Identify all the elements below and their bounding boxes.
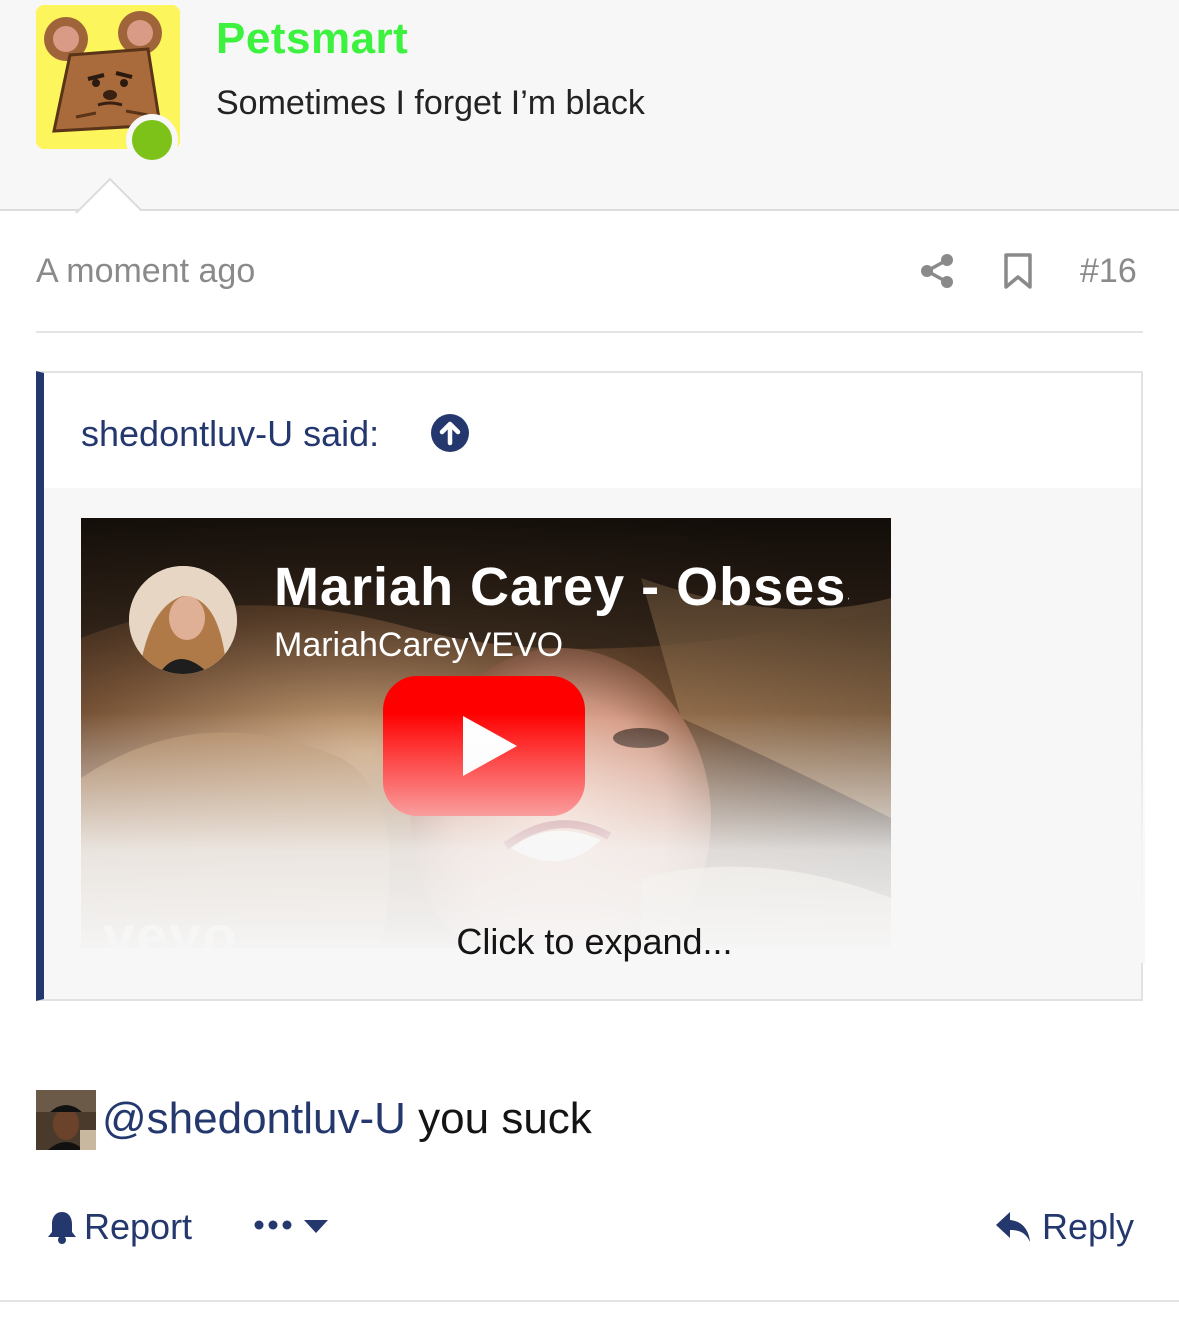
bell-icon (48, 1212, 76, 1244)
header-arrow-notch (75, 178, 141, 213)
reply-button[interactable]: Reply (994, 1206, 1134, 1248)
click-to-expand-link[interactable]: Click to expand... (44, 921, 1145, 963)
post-timestamp[interactable]: A moment ago (36, 252, 255, 291)
post-message: @shedontluv-U you suck (102, 1094, 592, 1144)
online-status-dot (126, 114, 178, 166)
report-label: Report (84, 1206, 193, 1247)
reply-arrow-icon (996, 1212, 1030, 1242)
reply-label: Reply (1042, 1206, 1135, 1247)
bookmark-icon[interactable] (1001, 252, 1035, 290)
user-title: Sometimes I forget I’m black (216, 84, 645, 122)
share-icon[interactable] (918, 252, 956, 290)
username[interactable]: Petsmart (216, 14, 408, 64)
post-bottom-divider (0, 1300, 1179, 1302)
post-user-header: Petsmart Sometimes I forget I’m black (0, 0, 1179, 211)
go-to-quoted-post-icon[interactable] (430, 413, 470, 453)
channel-avatar-image (129, 566, 237, 674)
mentioned-user-avatar-image (36, 1090, 96, 1150)
more-options-icon[interactable] (252, 1212, 332, 1242)
video-title[interactable]: Mariah Carey - Obsessed (274, 556, 849, 618)
quote-header: shedontluv-U said: (44, 373, 1141, 488)
video-channel-name[interactable]: MariahCareyVEVO (274, 626, 563, 665)
message-text: you suck (405, 1094, 592, 1143)
report-button[interactable]: Report (46, 1206, 192, 1248)
mentioned-user-avatar[interactable] (36, 1090, 96, 1150)
quote-block: shedontluv-U said: Mariah Carey - Obses … (36, 371, 1145, 1001)
post-number-link[interactable]: #16 (1080, 252, 1137, 291)
channel-avatar[interactable] (129, 566, 237, 674)
quote-author-link[interactable]: shedontluv-U said: (81, 413, 379, 455)
meta-divider (36, 331, 1143, 333)
user-mention-link[interactable]: @shedontluv-U (102, 1094, 406, 1143)
